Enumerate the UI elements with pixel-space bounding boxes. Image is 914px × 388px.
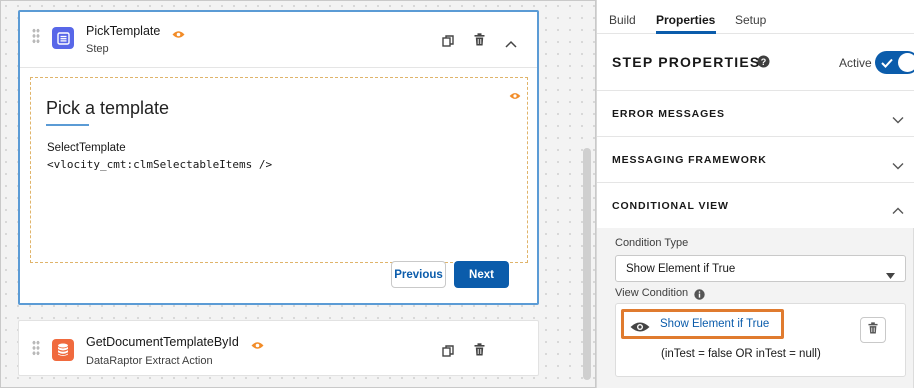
chevron-down-icon[interactable] [892,157,904,175]
delete-condition-button[interactable] [860,317,886,343]
action-subtitle: DataRaptor Extract Action [86,355,213,367]
panel-title: STEP PROPERTIES [612,54,761,70]
divider [597,182,914,183]
delete-icon [868,321,878,339]
condition-expression: (inTest = false OR inTest = null) [661,348,821,360]
help-icon[interactable]: ? [757,55,770,73]
check-icon [881,55,893,73]
delete-icon[interactable] [474,33,485,51]
chevron-up-icon[interactable] [892,202,904,220]
condition-type-select[interactable]: Show Element if True [615,255,906,282]
condition-type-value: Show Element if True [626,263,736,275]
tab-build[interactable]: Build [609,13,636,27]
drag-handle[interactable] [32,340,40,356]
field-label: SelectTemplate [47,142,126,154]
condition-type-label: Condition Type [615,237,689,249]
properties-panel: Build Properties Setup STEP PROPERTIES ?… [596,0,914,388]
eye-icon [251,337,264,355]
divider [597,136,914,137]
active-tab-indicator [656,31,716,34]
active-toggle[interactable] [875,51,914,74]
step-card-picktemplate[interactable]: PickTemplate Step Pick a template Select… [18,10,539,305]
next-button[interactable]: Next [454,261,509,288]
show-element-link[interactable]: Show Element if True [660,318,769,330]
divider [20,67,537,68]
caret-down-icon [886,266,895,284]
section-error-messages[interactable]: ERROR MESSAGES [612,108,725,120]
chevron-down-icon[interactable] [892,111,904,129]
canvas-scrollbar[interactable] [583,148,591,380]
previous-button[interactable]: Previous [391,261,446,288]
chevron-up-icon[interactable] [505,35,517,53]
eye-icon [509,87,521,105]
delete-icon[interactable] [474,343,485,361]
step-heading: Pick a template [46,98,170,118]
tab-properties[interactable]: Properties [656,13,715,27]
toggle-knob [898,53,914,72]
eye-icon [172,26,185,44]
action-title: GetDocumentTemplateById [86,335,239,349]
list-icon [52,27,74,49]
drag-handle[interactable] [32,28,40,44]
duplicate-icon[interactable] [442,344,454,362]
field-code: <vlocity_cmt:clmSelectableItems /> [47,158,273,171]
database-icon [52,339,74,361]
action-card-getdocumenttemplate[interactable]: GetDocumentTemplateById DataRaptor Extra… [18,320,539,376]
panel-tabs: Build Properties Setup [597,0,914,34]
duplicate-icon[interactable] [442,34,454,52]
eye-icon [630,320,650,338]
flow-canvas[interactable]: PickTemplate Step Pick a template Select… [0,0,596,388]
step-subtitle: Step [86,43,109,55]
step-title: PickTemplate [86,24,161,38]
view-condition-label: View Condition [615,287,689,299]
section-conditional-view[interactable]: CONDITIONAL VIEW [612,200,729,212]
active-label: Active [839,56,872,70]
section-messaging-framework[interactable]: MESSAGING FRAMEWORK [612,154,767,166]
tab-setup[interactable]: Setup [735,13,766,27]
heading-underline [46,124,89,126]
divider [597,90,914,91]
svg-text:?: ? [761,57,767,67]
